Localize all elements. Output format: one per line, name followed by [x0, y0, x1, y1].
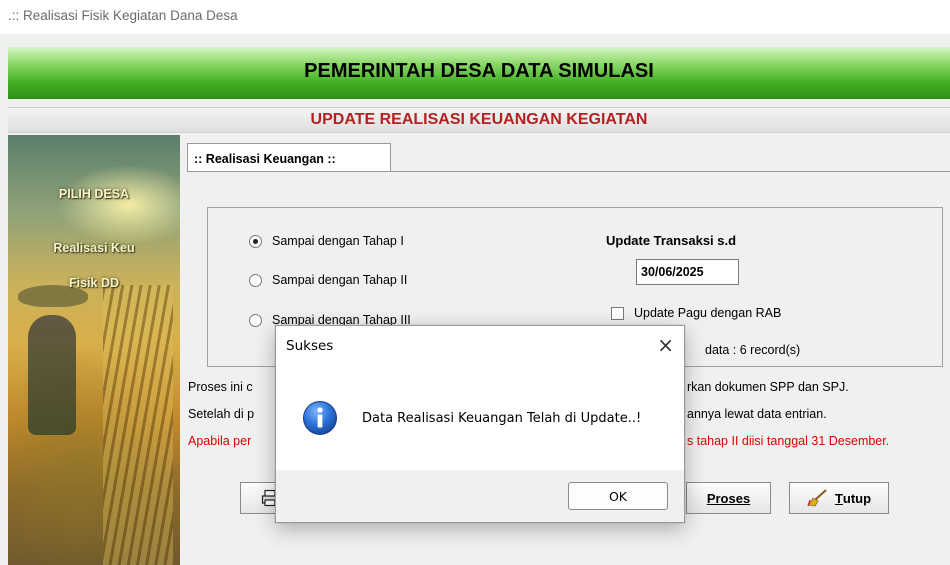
tab-realisasi-keuangan[interactable]: :: Realisasi Keuangan :: — [187, 143, 391, 171]
dialog-title: Sukses — [286, 338, 334, 354]
sidebar-panel: PILIH DESA Realisasi Keu Fisik DD — [8, 135, 180, 565]
update-date-field[interactable]: 30/06/2025 — [636, 259, 739, 285]
tutup-button[interactable]: Tutup — [789, 482, 889, 514]
dialog-ok-button[interactable]: OK — [568, 482, 668, 510]
tab-divider — [187, 171, 950, 172]
rice-stalks-graphic — [103, 285, 173, 565]
record-count-text: data : 6 record(s) — [705, 343, 801, 357]
info-line-1-left: Proses ini c — [188, 380, 253, 394]
proses-button-label: Proses — [706, 490, 751, 506]
update-pagu-label: Update Pagu dengan RAB — [634, 306, 782, 320]
sidebar-item-pilih-desa[interactable]: PILIH DESA — [8, 187, 180, 201]
dialog-titlebar: Sukses × — [276, 326, 684, 364]
broom-icon — [807, 489, 827, 507]
farmer-figure-graphic — [28, 315, 76, 435]
info-line-3-right: s tahap II diisi tanggal 31 Desember. — [687, 434, 890, 448]
sidebar-item-fisik-dd[interactable]: Fisik DD — [8, 276, 180, 290]
update-pagu-checkbox-row[interactable]: Update Pagu dengan RAB — [611, 306, 781, 320]
window-title: .:: Realisasi Fisik Kegiatan Dana Desa — [0, 0, 950, 34]
success-dialog: Sukses × Data Realisasi Keuangan Telah d… — [275, 325, 685, 523]
info-line-2-left: Setelah di p — [188, 407, 255, 421]
radio-button[interactable] — [249, 313, 262, 327]
info-line-1-right: rkan dokumen SPP dan SPJ. — [687, 380, 849, 394]
page-subtitle: UPDATE REALISASI KEUANGAN KEGIATAN — [8, 107, 950, 133]
radio-label: Sampai dengan Tahap I — [272, 234, 404, 248]
update-pagu-checkbox[interactable] — [611, 306, 624, 320]
tutup-shortcut-letter: T — [834, 490, 843, 506]
radio-tahap-1[interactable]: Sampai dengan Tahap I — [249, 234, 404, 248]
proses-button[interactable]: Proses — [686, 482, 771, 514]
tutup-button-label: utup — [842, 490, 872, 506]
info-line-2-right: annya lewat data entrian. — [687, 407, 827, 421]
dialog-close-button[interactable]: × — [657, 333, 674, 357]
radio-label: Sampai dengan Tahap II — [272, 273, 408, 287]
page-title: PEMERINTAH DESA DATA SIMULASI — [8, 47, 950, 99]
info-icon — [303, 401, 337, 435]
dialog-message: Data Realisasi Keuangan Telah di Update.… — [362, 411, 642, 426]
radio-button[interactable] — [249, 273, 262, 287]
info-line-3-left: Apabila per — [188, 434, 252, 448]
update-transaksi-label: Update Transaksi s.d — [606, 233, 737, 248]
radio-tahap-2[interactable]: Sampai dengan Tahap II — [249, 273, 407, 287]
radio-button-selected[interactable] — [249, 234, 262, 248]
sidebar-item-realisasi-keu[interactable]: Realisasi Keu — [8, 241, 180, 255]
dialog-body: Data Realisasi Keuangan Telah di Update.… — [276, 364, 684, 470]
